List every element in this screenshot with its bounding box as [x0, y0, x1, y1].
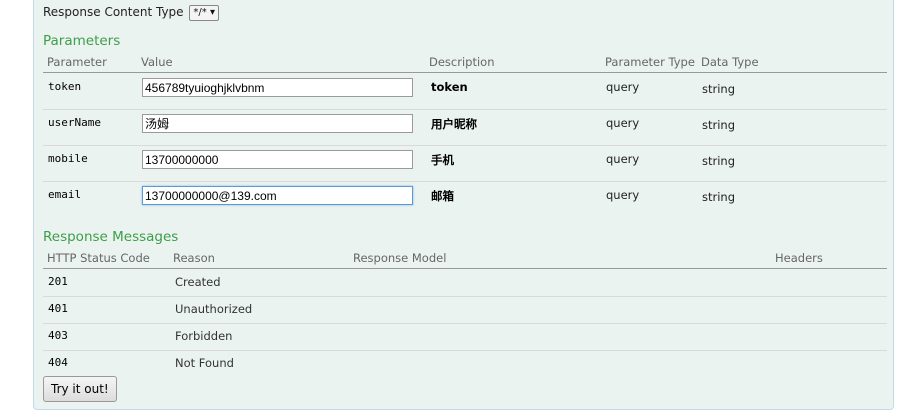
response-row-403: 403 Forbidden — [43, 323, 887, 351]
reason-text: Not Found — [175, 356, 234, 370]
parameter-row-email: email 邮箱 query string — [43, 181, 887, 217]
response-content-type: Response Content Type */* ▾ — [43, 4, 219, 21]
operation-panel: Response Content Type */* ▾ Parameters P… — [33, 0, 894, 410]
param-type: query — [606, 152, 640, 166]
status-code: 403 — [48, 329, 68, 342]
response-row-404: 404 Not Found — [43, 350, 887, 372]
reason-text: Forbidden — [175, 329, 233, 343]
parameters-title: Parameters — [43, 33, 121, 49]
col-http-status-code: HTTP Status Code — [47, 251, 150, 265]
param-description: 用户昵称 — [431, 117, 477, 131]
response-row-201: 201 Created — [43, 269, 887, 297]
mobile-input[interactable] — [142, 150, 413, 169]
username-input[interactable] — [142, 114, 413, 133]
col-response-model: Response Model — [353, 251, 447, 265]
token-input[interactable] — [142, 78, 413, 97]
parameters-table-header: Parameter Value Description Parameter Ty… — [43, 55, 887, 73]
reason-text: Unauthorized — [175, 302, 253, 316]
response-content-type-select[interactable]: */* ▾ — [189, 5, 219, 21]
email-input[interactable] — [142, 186, 413, 205]
param-name: token — [48, 80, 82, 93]
response-messages-title: Response Messages — [43, 229, 179, 245]
col-reason: Reason — [173, 251, 215, 265]
param-type: query — [606, 116, 640, 130]
param-name: email — [48, 188, 82, 201]
col-headers: Headers — [775, 251, 823, 265]
param-type: query — [606, 188, 640, 202]
reason-text: Created — [175, 275, 221, 289]
parameter-row-token: token token query string — [43, 73, 887, 110]
status-code: 401 — [48, 302, 68, 315]
param-description: 邮箱 — [431, 189, 454, 203]
col-parameter: Parameter — [47, 55, 107, 69]
response-messages-table-header: HTTP Status Code Reason Response Model H… — [43, 251, 887, 269]
status-code: 201 — [48, 275, 68, 288]
param-name: mobile — [48, 152, 88, 165]
col-parameter-type: Parameter Type — [605, 55, 695, 69]
response-row-401: 401 Unauthorized — [43, 296, 887, 324]
response-content-type-label: Response Content Type — [43, 5, 184, 19]
param-description: token — [431, 80, 468, 94]
col-description: Description — [429, 55, 495, 69]
param-name: userName — [48, 116, 101, 129]
col-value: Value — [141, 55, 173, 69]
status-code: 404 — [48, 356, 68, 369]
param-data-type: string — [702, 118, 736, 132]
param-data-type: string — [702, 154, 736, 168]
parameter-row-username: userName 用户昵称 query string — [43, 109, 887, 146]
parameter-row-mobile: mobile 手机 query string — [43, 145, 887, 182]
param-description: 手机 — [431, 153, 454, 167]
col-data-type: Data Type — [701, 55, 759, 69]
param-data-type: string — [702, 190, 736, 204]
try-it-out-button[interactable]: Try it out! — [43, 376, 117, 402]
param-data-type: string — [702, 82, 736, 96]
param-type: query — [606, 80, 640, 94]
